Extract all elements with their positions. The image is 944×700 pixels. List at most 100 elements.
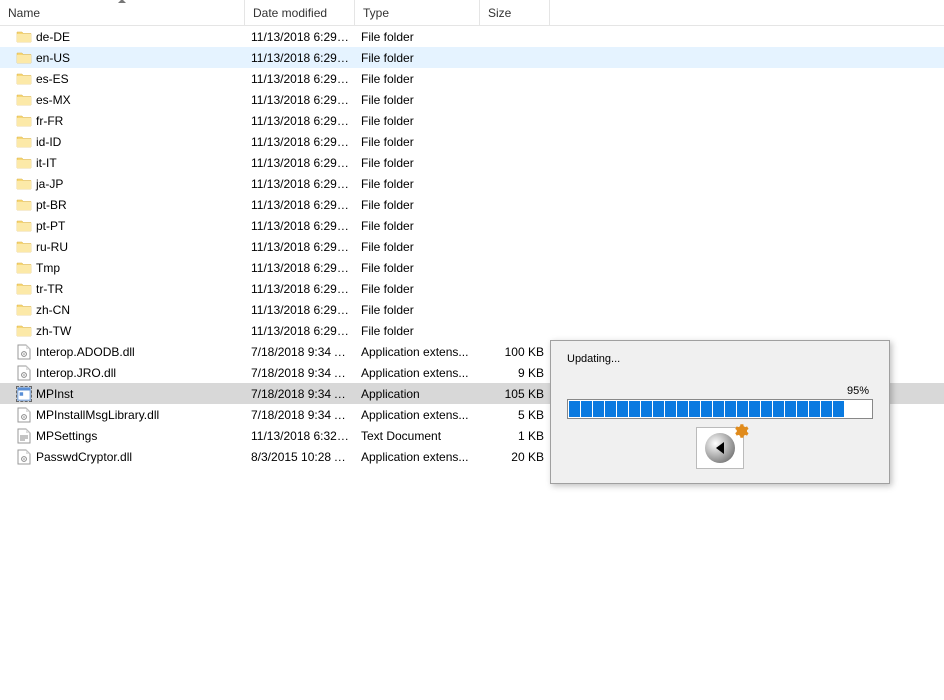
file-row[interactable]: zh-CN 11/13/2018 6:29 PMFile folder — [0, 299, 944, 320]
file-type-cell: File folder — [355, 282, 480, 296]
file-date-cell: 8/3/2015 10:28 AM — [245, 450, 355, 464]
file-row[interactable]: ja-JP 11/13/2018 6:29 PMFile folder — [0, 173, 944, 194]
progress-segment — [725, 401, 736, 417]
file-name-cell: pt-BR — [0, 197, 245, 213]
progress-segment — [713, 401, 724, 417]
file-name-cell: id-ID — [0, 134, 245, 150]
progress-segment — [833, 401, 844, 417]
file-row[interactable]: en-US 11/13/2018 6:29 PMFile folder — [0, 47, 944, 68]
file-row[interactable]: id-ID 11/13/2018 6:29 PMFile folder — [0, 131, 944, 152]
column-header-type[interactable]: Type — [355, 0, 480, 25]
file-type-cell: Application extens... — [355, 450, 480, 464]
progress-dialog: Updating... 95% — [550, 340, 890, 484]
file-name-label: Interop.JRO.dll — [36, 366, 116, 380]
file-name-label: fr-FR — [36, 114, 63, 128]
file-date-cell: 7/18/2018 9:34 AM — [245, 387, 355, 401]
file-date-cell: 11/13/2018 6:29 PM — [245, 282, 355, 296]
file-name-label: en-US — [36, 51, 70, 65]
file-type-cell: File folder — [355, 51, 480, 65]
file-date-cell: 11/13/2018 6:29 PM — [245, 51, 355, 65]
file-date-cell: 11/13/2018 6:29 PM — [245, 303, 355, 317]
folder-icon — [16, 197, 32, 213]
file-size-cell: 20 KB — [480, 450, 550, 464]
progress-icon-row — [567, 427, 873, 469]
progress-segment — [641, 401, 652, 417]
file-name-cell: ru-RU — [0, 239, 245, 255]
progress-segment — [749, 401, 760, 417]
file-name-label: ja-JP — [36, 177, 63, 191]
file-name-label: zh-CN — [36, 303, 70, 317]
file-name-label: id-ID — [36, 135, 61, 149]
file-date-cell: 11/13/2018 6:29 PM — [245, 198, 355, 212]
folder-icon — [16, 302, 32, 318]
progress-segment — [665, 401, 676, 417]
file-row[interactable]: es-ES11/13/2018 6:29 PMFile folder — [0, 68, 944, 89]
folder-icon — [16, 260, 32, 276]
file-date-cell: 11/13/2018 6:29 PM — [245, 324, 355, 338]
folder-icon — [16, 29, 32, 45]
file-name-cell: en-US — [0, 50, 245, 66]
file-name-cell: Tmp — [0, 260, 245, 276]
file-name-cell: zh-CN — [0, 302, 245, 318]
folder-icon — [16, 281, 32, 297]
progress-segment — [677, 401, 688, 417]
folder-icon — [16, 323, 32, 339]
file-date-cell: 11/13/2018 6:29 PM — [245, 219, 355, 233]
file-size-cell: 105 KB — [480, 387, 550, 401]
file-name-label: es-ES — [36, 72, 69, 86]
file-type-cell: File folder — [355, 72, 480, 86]
file-row[interactable]: it-IT11/13/2018 6:29 PMFile folder — [0, 152, 944, 173]
file-size-cell: 9 KB — [480, 366, 550, 380]
file-type-cell: File folder — [355, 135, 480, 149]
file-name-cell: ja-JP — [0, 176, 245, 192]
file-date-cell: 11/13/2018 6:29 PM — [245, 135, 355, 149]
dll-icon — [16, 344, 32, 360]
progress-status-label: Updating... — [567, 353, 873, 365]
dll-icon — [16, 449, 32, 465]
progress-segment — [569, 401, 580, 417]
progress-segment — [605, 401, 616, 417]
column-header-name[interactable]: Name — [0, 0, 245, 25]
chevron-left-icon — [716, 442, 724, 454]
file-type-cell: File folder — [355, 219, 480, 233]
file-type-cell: File folder — [355, 177, 480, 191]
column-header-size[interactable]: Size — [480, 0, 550, 25]
file-type-cell: Application — [355, 387, 480, 401]
file-row[interactable]: es-MX11/13/2018 6:29 PMFile folder — [0, 89, 944, 110]
folder-icon — [16, 176, 32, 192]
file-date-cell: 11/13/2018 6:29 PM — [245, 93, 355, 107]
file-type-cell: Application extens... — [355, 366, 480, 380]
file-row[interactable]: pt-BR11/13/2018 6:29 PMFile folder — [0, 194, 944, 215]
folder-icon — [16, 155, 32, 171]
column-header-size-label: Size — [488, 6, 511, 20]
file-type-cell: File folder — [355, 30, 480, 44]
file-date-cell: 11/13/2018 6:29 PM — [245, 114, 355, 128]
file-row[interactable]: pt-PT 11/13/2018 6:29 PMFile folder — [0, 215, 944, 236]
file-row[interactable]: de-DE11/13/2018 6:29 PMFile folder — [0, 26, 944, 47]
file-row[interactable]: zh-TW11/13/2018 6:29 PMFile folder — [0, 320, 944, 341]
progress-segment — [809, 401, 820, 417]
file-type-cell: File folder — [355, 198, 480, 212]
file-row[interactable]: ru-RU11/13/2018 6:29 PMFile folder — [0, 236, 944, 257]
file-date-cell: 11/13/2018 6:29 PM — [245, 177, 355, 191]
file-name-cell: MPInst — [0, 386, 245, 402]
file-name-cell: es-ES — [0, 71, 245, 87]
file-row[interactable]: tr-TR 11/13/2018 6:29 PMFile folder — [0, 278, 944, 299]
file-name-label: pt-PT — [36, 219, 65, 233]
file-name-label: zh-TW — [36, 324, 71, 338]
file-name-cell: fr-FR — [0, 113, 245, 129]
file-name-label: tr-TR — [36, 282, 63, 296]
progress-segment — [761, 401, 772, 417]
file-date-cell: 7/18/2018 9:34 AM — [245, 345, 355, 359]
progress-bar — [567, 399, 873, 419]
file-row[interactable]: fr-FR 11/13/2018 6:29 PMFile folder — [0, 110, 944, 131]
progress-segment — [581, 401, 592, 417]
file-name-cell: zh-TW — [0, 323, 245, 339]
column-header-date[interactable]: Date modified — [245, 0, 355, 25]
file-type-cell: File folder — [355, 114, 480, 128]
progress-segment — [773, 401, 784, 417]
file-row[interactable]: Tmp11/13/2018 6:29 PMFile folder — [0, 257, 944, 278]
file-type-cell: File folder — [355, 303, 480, 317]
folder-icon — [16, 239, 32, 255]
file-name-cell: de-DE — [0, 29, 245, 45]
